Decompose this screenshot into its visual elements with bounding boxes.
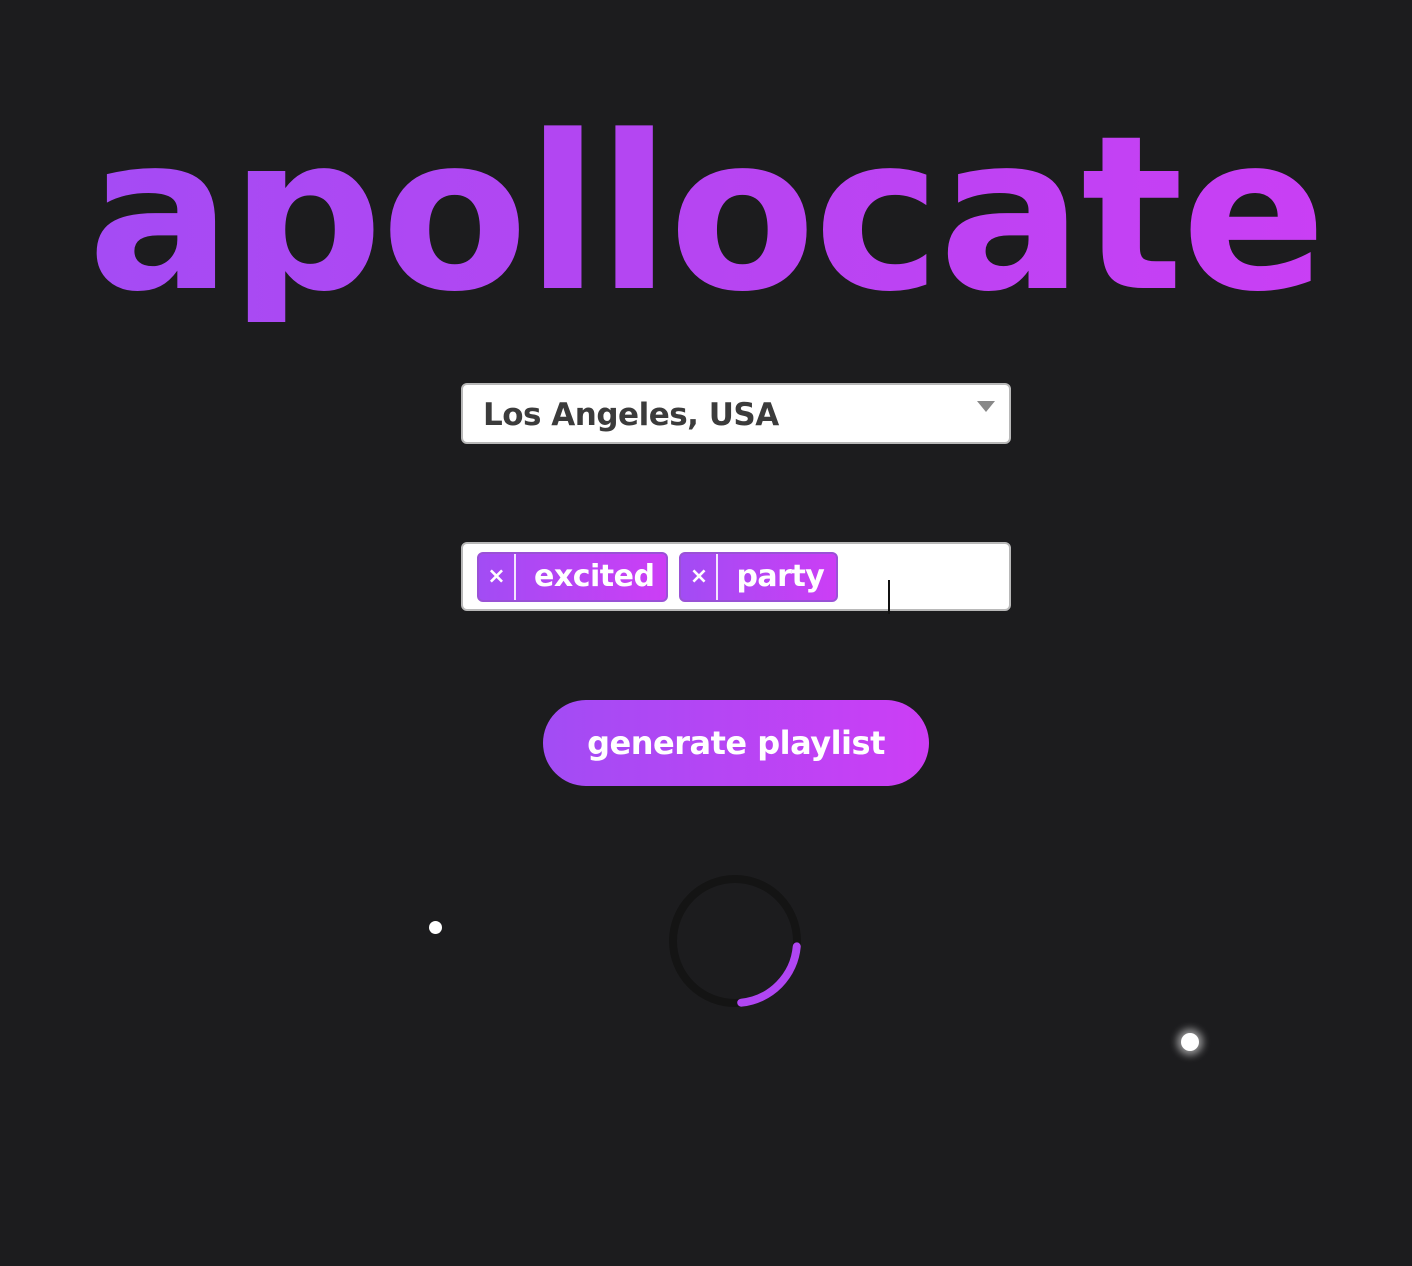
loading-spinner-icon [669,875,801,1007]
mood-tag: × party [679,551,839,602]
decorative-dot [429,921,442,934]
app-logo: apollocate [0,108,1412,322]
mood-tag-input[interactable]: × excited × party [461,542,1011,614]
app-page: apollocate Los Angeles, USA × excited × … [0,0,1412,1266]
text-cursor [888,580,890,614]
spinner-progress-arc [669,875,801,1007]
close-icon[interactable]: × [681,553,719,600]
chevron-down-icon[interactable] [977,401,995,412]
generate-playlist-button[interactable]: generate playlist [543,700,929,786]
close-icon[interactable]: × [479,553,516,600]
mood-tag: × excited [477,551,669,602]
location-select[interactable]: Los Angeles, USA [461,383,1011,444]
mood-tag-label: excited [534,559,655,594]
mood-tag-label: party [736,559,825,594]
decorative-glow-dot [1181,1033,1199,1051]
location-select-value: Los Angeles, USA [483,397,779,433]
